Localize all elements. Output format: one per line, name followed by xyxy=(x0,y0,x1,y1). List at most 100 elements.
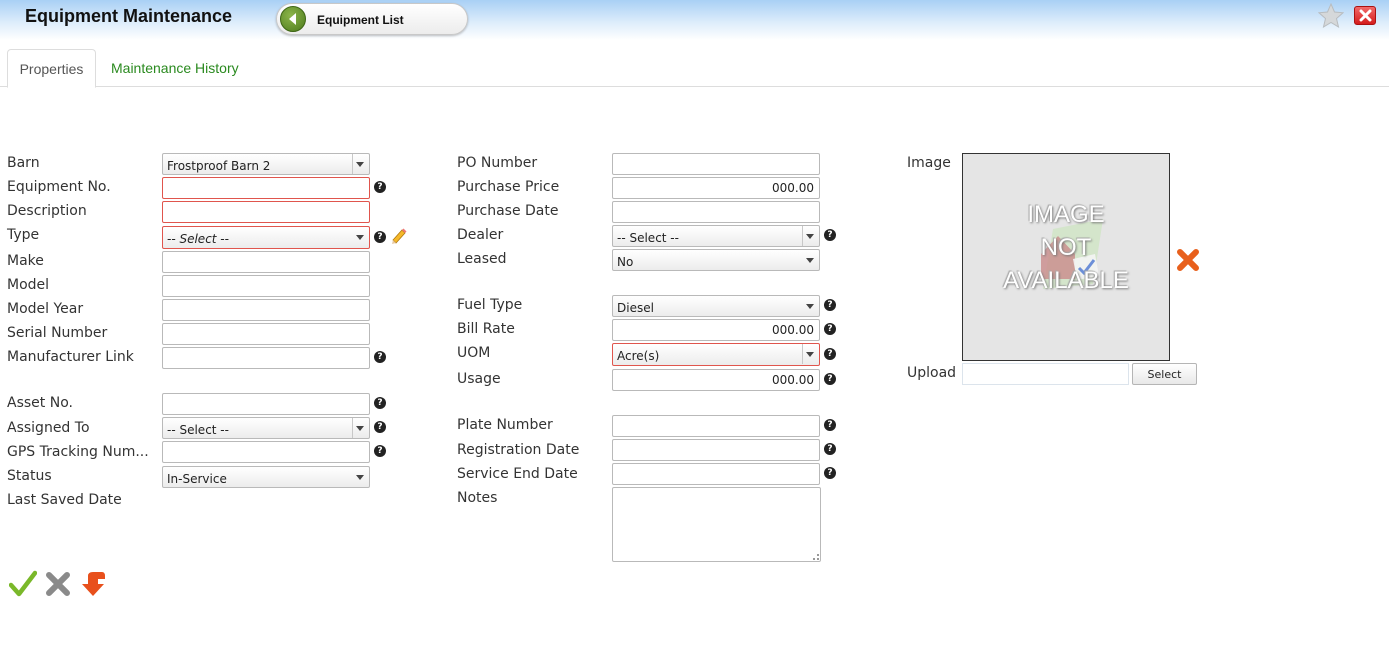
save-check-icon[interactable] xyxy=(8,570,38,602)
asset-no-input[interactable] xyxy=(162,393,370,415)
placeholder-text: IMAGE xyxy=(1027,201,1105,228)
pencil-edit-icon[interactable] xyxy=(390,227,408,249)
purchase-date-label: Purchase Date xyxy=(457,203,559,219)
make-input[interactable] xyxy=(162,251,370,273)
header-bar: Equipment Maintenance Equipment List xyxy=(0,0,1389,40)
remove-image-icon[interactable] xyxy=(1176,248,1200,276)
uom-select[interactable]: Acre(s) xyxy=(612,343,820,366)
tab-maintenance-history[interactable]: Maintenance History xyxy=(111,49,239,87)
chevron-down-icon xyxy=(806,258,814,263)
assigned-to-label: Assigned To xyxy=(7,420,90,436)
select-file-button[interactable]: Select xyxy=(1132,363,1197,385)
barn-select[interactable]: Frostproof Barn 2 xyxy=(162,153,370,175)
plate-number-input[interactable] xyxy=(612,415,820,437)
fuel-type-value: Diesel xyxy=(617,301,654,315)
model-label: Model xyxy=(7,277,50,293)
status-label: Status xyxy=(7,468,52,484)
help-icon[interactable]: ? xyxy=(824,419,836,431)
placeholder-text: AVAILABLE xyxy=(1003,267,1129,294)
fuel-type-select[interactable]: Diesel xyxy=(612,295,820,317)
cancel-x-icon[interactable] xyxy=(45,570,71,602)
help-icon[interactable]: ? xyxy=(374,421,386,433)
po-number-input[interactable] xyxy=(612,153,820,175)
help-icon[interactable]: ? xyxy=(824,467,836,479)
purchase-date-input[interactable] xyxy=(612,201,820,223)
equipment-list-button[interactable]: Equipment List xyxy=(276,3,468,35)
equipment-no-label: Equipment No. xyxy=(7,179,111,195)
assigned-to-select[interactable]: -- Select -- xyxy=(162,417,370,439)
serial-number-label: Serial Number xyxy=(7,325,108,341)
uom-label: UOM xyxy=(457,345,491,361)
equipment-no-input[interactable] xyxy=(162,177,370,199)
arrow-left-icon xyxy=(280,6,306,32)
help-icon[interactable]: ? xyxy=(824,373,836,385)
gps-tracking-input[interactable] xyxy=(162,441,370,463)
help-icon[interactable]: ? xyxy=(374,397,386,409)
help-icon[interactable]: ? xyxy=(824,299,836,311)
assigned-to-value: -- Select -- xyxy=(167,423,229,437)
gps-tracking-label: GPS Tracking Num... xyxy=(7,444,149,460)
help-icon[interactable]: ? xyxy=(374,351,386,363)
barn-value: Frostproof Barn 2 xyxy=(167,159,271,173)
status-value: In-Service xyxy=(167,472,227,486)
plate-number-label: Plate Number xyxy=(457,417,553,433)
usage-input[interactable] xyxy=(612,369,820,391)
bill-rate-label: Bill Rate xyxy=(457,321,515,337)
chevron-down-icon xyxy=(356,426,364,431)
image-label: Image xyxy=(907,155,951,171)
chevron-down-icon xyxy=(356,475,364,480)
usage-label: Usage xyxy=(457,371,501,387)
leased-select[interactable]: No xyxy=(612,249,820,271)
last-saved-date-label: Last Saved Date xyxy=(7,492,122,508)
help-icon[interactable]: ? xyxy=(824,323,836,335)
help-icon[interactable]: ? xyxy=(824,348,836,360)
model-year-input[interactable] xyxy=(162,299,370,321)
type-select[interactable]: -- Select -- xyxy=(162,226,370,249)
purchase-price-label: Purchase Price xyxy=(457,179,560,195)
chevron-down-icon xyxy=(806,352,814,357)
resize-handle-icon[interactable] xyxy=(813,554,819,560)
tab-bar: Properties Maintenance History xyxy=(0,49,1389,88)
service-end-date-label: Service End Date xyxy=(457,466,578,482)
bill-rate-input[interactable] xyxy=(612,319,820,341)
service-end-date-input[interactable] xyxy=(612,463,820,485)
serial-number-input[interactable] xyxy=(162,323,370,345)
barn-label: Barn xyxy=(7,155,40,171)
revert-arrow-icon[interactable] xyxy=(80,570,106,602)
close-icon[interactable] xyxy=(1354,6,1376,25)
uom-value: Acre(s) xyxy=(617,349,660,363)
tab-properties[interactable]: Properties xyxy=(7,49,96,88)
model-year-label: Model Year xyxy=(7,301,84,317)
help-icon[interactable]: ? xyxy=(374,181,386,193)
upload-label: Upload xyxy=(907,365,957,381)
notes-label: Notes xyxy=(457,490,498,506)
page-title: Equipment Maintenance xyxy=(25,6,233,26)
purchase-price-input[interactable] xyxy=(612,177,820,199)
manufacturer-link-label: Manufacturer Link xyxy=(7,349,134,365)
help-icon[interactable]: ? xyxy=(824,229,836,241)
help-icon[interactable]: ? xyxy=(374,445,386,457)
help-icon[interactable]: ? xyxy=(824,443,836,455)
make-label: Make xyxy=(7,253,44,269)
status-select[interactable]: In-Service xyxy=(162,466,370,488)
dealer-label: Dealer xyxy=(457,227,504,243)
chevron-down-icon xyxy=(356,162,364,167)
help-icon[interactable]: ? xyxy=(374,231,386,243)
registration-date-input[interactable] xyxy=(612,439,820,461)
po-number-label: PO Number xyxy=(457,155,538,171)
equipment-image-placeholder: IMAGE NOT AVAILABLE xyxy=(962,153,1170,361)
upload-input[interactable] xyxy=(962,363,1129,385)
chevron-down-icon xyxy=(806,234,814,239)
dealer-value: -- Select -- xyxy=(617,231,679,245)
description-input[interactable] xyxy=(162,201,370,223)
model-input[interactable] xyxy=(162,275,370,297)
star-icon[interactable] xyxy=(1317,2,1345,33)
manufacturer-link-input[interactable] xyxy=(162,347,370,369)
chevron-down-icon xyxy=(356,235,364,240)
notes-textarea[interactable] xyxy=(612,487,821,562)
fuel-type-label: Fuel Type xyxy=(457,297,523,313)
dealer-select[interactable]: -- Select -- xyxy=(612,225,820,247)
asset-no-label: Asset No. xyxy=(7,395,73,411)
placeholder-text: NOT xyxy=(1040,234,1092,261)
leased-label: Leased xyxy=(457,251,507,267)
